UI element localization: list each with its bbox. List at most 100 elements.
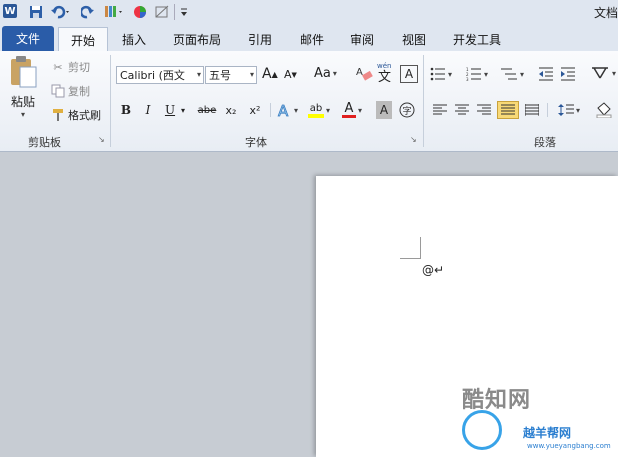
enclose-characters-icon: 字	[399, 102, 415, 118]
align-left-icon	[433, 104, 447, 115]
justify-icon	[501, 104, 515, 115]
window-title: 文档	[593, 6, 618, 20]
tab-insert[interactable]: 插入	[112, 27, 156, 51]
phonetic-guide-button[interactable]: wén 文	[376, 61, 396, 83]
numbering-button[interactable]: 123 ▾	[466, 67, 488, 81]
clipboard-group-label: 剪贴板	[28, 136, 61, 149]
shrink-font-button[interactable]: A ▼	[284, 68, 297, 81]
tab-file[interactable]: 文件	[2, 26, 54, 51]
paragraph-group-label: 段落	[534, 136, 556, 149]
grow-font-icon: A	[262, 66, 272, 82]
svg-text:wén: wén	[377, 62, 391, 70]
word-logo-icon[interactable]: W	[3, 4, 17, 18]
margin-corner-mark	[420, 237, 421, 258]
undo-icon[interactable]	[49, 4, 73, 20]
align-left-button[interactable]	[432, 101, 448, 119]
clipboard-launcher-icon[interactable]: ↘	[98, 136, 106, 144]
watermark-url: www.yueyangbang.com	[527, 442, 611, 450]
tab-view[interactable]: 视图	[392, 27, 436, 51]
text-effects-button[interactable]: A ▾	[276, 101, 298, 119]
decrease-indent-button[interactable]	[538, 67, 554, 81]
multilevel-list-button[interactable]: ▾	[500, 67, 524, 81]
font-group-label: 字体	[245, 136, 267, 149]
phonetic-guide-icon: wén文	[377, 62, 391, 83]
justify-button[interactable]	[497, 101, 519, 119]
customize-qat-icon[interactable]	[178, 4, 190, 20]
superscript-button[interactable]: x²	[246, 101, 264, 119]
paste-dropdown-icon[interactable]: ▾	[21, 110, 25, 119]
bullets-button[interactable]: ▾	[430, 67, 452, 81]
brush-icon[interactable]	[102, 4, 126, 20]
paint-bucket-icon	[596, 102, 612, 118]
enclose-characters-button[interactable]: 字	[398, 101, 416, 119]
increase-indent-icon	[561, 67, 575, 81]
strikethrough-button[interactable]: abe	[196, 101, 218, 119]
underline-button[interactable]: U	[162, 101, 178, 119]
highlight-button[interactable]: ab ▾	[306, 101, 332, 119]
watermark-site: 越羊帮网	[523, 426, 572, 440]
copy-button[interactable]: 复制	[50, 83, 90, 99]
line-spacing-button[interactable]: ▾	[556, 101, 582, 119]
group-separator	[110, 55, 111, 147]
font-name-combo[interactable]: Calibri (西文 ▾	[116, 66, 204, 84]
svg-text:文: 文	[378, 70, 391, 83]
underline-dropdown-icon[interactable]: ▾	[178, 101, 188, 119]
cut-button[interactable]: ✂ 剪切	[50, 59, 90, 75]
line-spacing-icon	[557, 104, 574, 116]
tab-references[interactable]: 引用	[238, 27, 282, 51]
scissors-icon: ✂	[53, 60, 63, 74]
bullets-icon	[430, 67, 445, 81]
change-case-label: Aa	[314, 66, 331, 81]
watermark-brand: 酷知网	[462, 388, 532, 413]
decrease-indent-icon	[539, 67, 553, 81]
save-icon[interactable]	[28, 4, 44, 20]
qat-separator	[174, 4, 175, 20]
draw-table-icon[interactable]	[153, 4, 171, 20]
tab-review[interactable]: 审阅	[340, 27, 384, 51]
format-painter-label: 格式刷	[68, 109, 101, 122]
text-effects-icon: A	[278, 102, 290, 119]
tab-developer[interactable]: 开发工具	[444, 27, 510, 51]
distributed-button[interactable]	[524, 101, 540, 119]
copy-label: 复制	[68, 85, 90, 98]
document-text[interactable]: @↵	[422, 263, 444, 277]
quick-access-toolbar: W 文档	[0, 0, 618, 24]
paste-button[interactable]: 粘贴 ▾	[6, 55, 40, 127]
font-name-value: Calibri (西文	[120, 69, 185, 82]
redo-icon[interactable]	[80, 4, 96, 20]
font-launcher-icon[interactable]: ↘	[410, 136, 418, 144]
character-border-button[interactable]: A	[400, 65, 418, 83]
format-painter-button[interactable]: 格式刷	[50, 107, 101, 123]
chinese-layout-button[interactable]: ▾	[590, 65, 616, 81]
subscript-button[interactable]: x₂	[222, 101, 240, 119]
shrink-font-icon: A	[284, 68, 292, 81]
grow-font-button[interactable]: A ▲	[262, 66, 278, 82]
highlighter-icon: ab	[307, 103, 324, 118]
align-right-button[interactable]	[476, 101, 492, 119]
color-wheel-icon[interactable]	[132, 4, 148, 20]
svg-text:3: 3	[466, 77, 469, 81]
shading-button[interactable]	[594, 101, 614, 119]
change-case-button[interactable]: Aa ▾	[314, 66, 337, 81]
cut-label: 剪切	[68, 61, 90, 74]
font-separator	[270, 103, 271, 117]
clear-formatting-button[interactable]: A	[354, 63, 374, 83]
tab-mailings[interactable]: 邮件	[290, 27, 334, 51]
paste-label: 粘贴	[10, 95, 35, 109]
margin-corner-mark	[400, 258, 421, 259]
numbering-icon: 123	[466, 67, 481, 81]
svg-text:A: A	[356, 67, 363, 78]
group-separator	[423, 55, 424, 147]
italic-button[interactable]: I	[140, 101, 156, 119]
increase-indent-button[interactable]	[560, 67, 576, 81]
font-color-button[interactable]: A ▾	[340, 101, 364, 119]
tab-home[interactable]: 开始	[58, 27, 108, 52]
font-size-value: 五号	[209, 69, 231, 82]
bold-button[interactable]: B	[118, 101, 134, 119]
character-shading-button[interactable]: A	[376, 101, 392, 119]
align-right-icon	[477, 104, 491, 115]
tab-page-layout[interactable]: 页面布局	[164, 27, 230, 51]
align-center-button[interactable]	[454, 101, 470, 119]
distributed-icon	[525, 104, 539, 116]
font-size-combo[interactable]: 五号 ▾	[205, 66, 257, 84]
